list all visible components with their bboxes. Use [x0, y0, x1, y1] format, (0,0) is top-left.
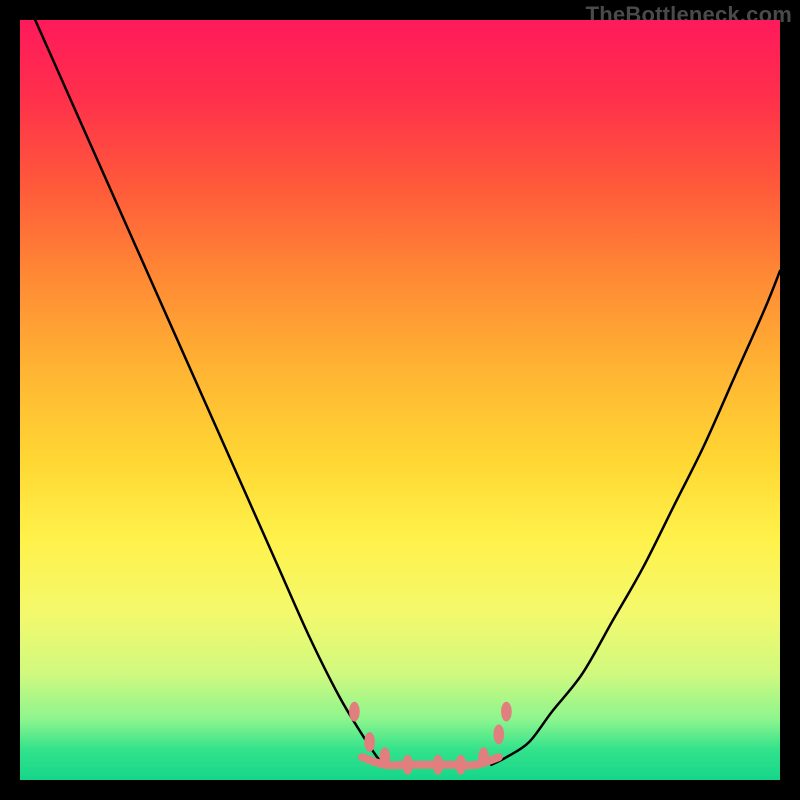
marker-dot-left-low: [379, 747, 390, 767]
chart-frame: [20, 20, 780, 780]
series-curve-left: [35, 20, 385, 765]
series-layer: [35, 20, 780, 765]
marker-dot-right-mid: [493, 725, 504, 745]
series-curve-right: [491, 271, 780, 765]
marker-dot-right-low: [478, 747, 489, 767]
marker-dot-center-2: [433, 755, 444, 775]
marker-dot-center-1: [402, 755, 413, 775]
marker-dot-left-mid: [364, 732, 375, 752]
marker-dot-right-upper: [501, 702, 512, 722]
marker-dot-left-upper: [349, 702, 360, 722]
chart-svg: [20, 20, 780, 780]
marker-dot-center-3: [455, 755, 466, 775]
